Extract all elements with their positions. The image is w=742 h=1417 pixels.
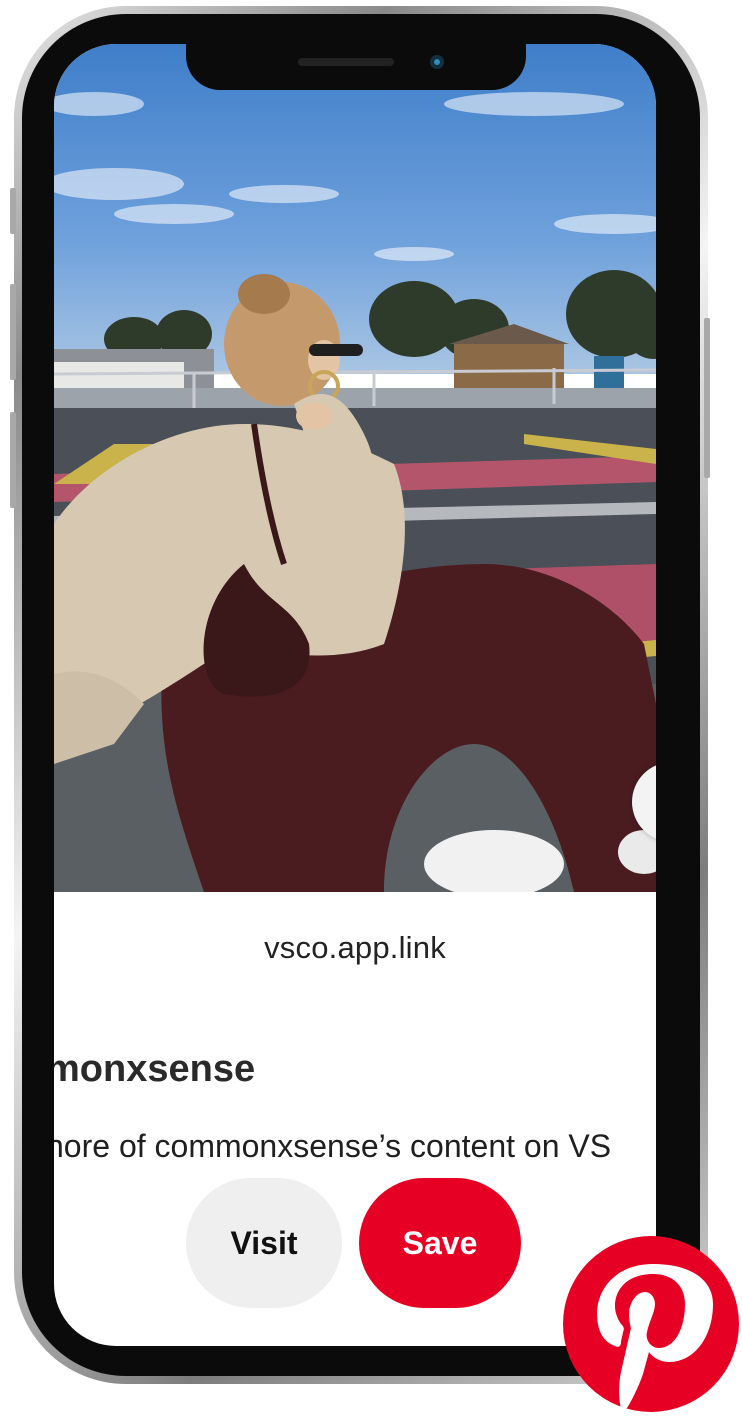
phone-speaker — [298, 58, 394, 66]
phone-volume-down — [10, 412, 16, 508]
visit-button[interactable]: Visit — [186, 1178, 342, 1308]
pinterest-p-glyph — [597, 1264, 713, 1410]
save-button[interactable]: Save — [359, 1178, 521, 1308]
phone-power-button — [704, 318, 710, 478]
pinterest-logo-icon — [563, 1236, 739, 1412]
pin-description: nore of commonxsense’s content on VS — [54, 1128, 612, 1164]
pin-title: monxsense — [54, 1048, 256, 1090]
pin-source-domain[interactable]: vsco.app.link — [54, 930, 656, 966]
app-screen: vsco.app.link monxsense nore of commonxs… — [54, 44, 656, 1346]
pin-image[interactable] — [54, 44, 656, 892]
pin-photo-illustration — [54, 44, 656, 892]
front-camera-icon — [430, 55, 444, 69]
phone-mute-switch — [10, 188, 16, 234]
phone-notch — [186, 44, 526, 90]
phone-volume-up — [10, 284, 16, 380]
